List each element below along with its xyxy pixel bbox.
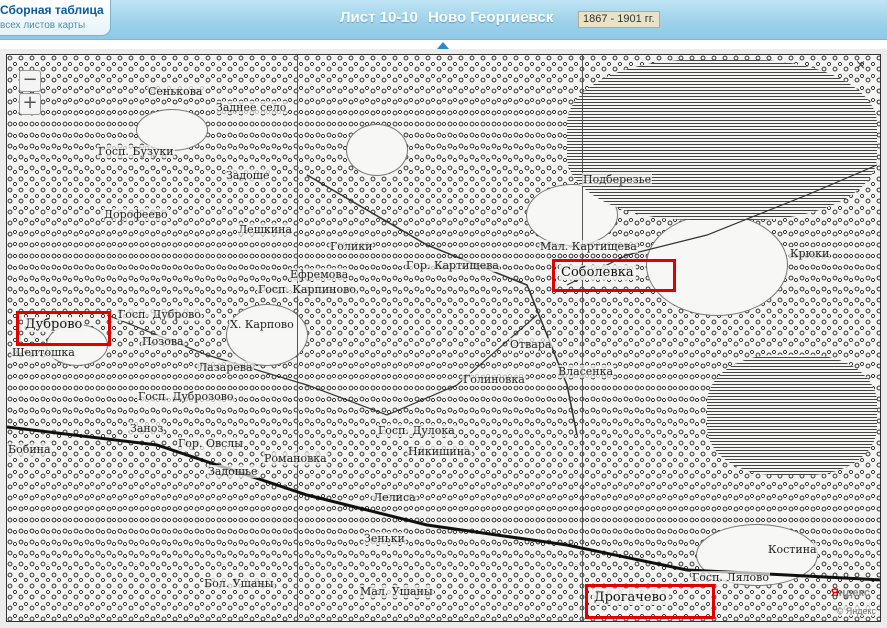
highlight-label: Соболевка [559, 265, 636, 280]
place-label: Мал. Ушаны [359, 585, 434, 598]
index-table-title[interactable]: Сборная таблица [0, 3, 104, 17]
place-label: Лазарева [197, 361, 254, 374]
place-label: Госп. Дулока [377, 424, 456, 437]
map-frame: Сенькова Заднее село Госп. Бузуки Задоше… [0, 49, 887, 628]
place-label: Голиновка [462, 373, 526, 386]
place-label: Шептошка [11, 346, 76, 359]
copyright-text[interactable]: © Яндекс [836, 606, 876, 616]
place-label: Голики [329, 240, 374, 253]
highlight-box: Дуброво [16, 311, 111, 346]
yandex-logo: Яндекс [830, 587, 870, 599]
place-label: Подберезье [582, 173, 653, 186]
place-label: Бол. Ушаны [203, 577, 275, 590]
top-bar: Сборная таблица всех листов карты Лист 1… [0, 0, 887, 40]
index-table-subtitle[interactable]: всех листов карты [0, 20, 85, 31]
place-label: Сенькова [147, 85, 204, 98]
place-label: Крюки [789, 247, 831, 260]
place-label: Власенка [557, 365, 615, 378]
place-label: Госп. Карпиново [257, 283, 357, 296]
highlight-box: Соболевка [552, 259, 676, 292]
place-label: Отвара [509, 338, 553, 351]
place-label: Бобина [7, 443, 52, 456]
sheet-label: Лист 10-10 [340, 9, 418, 26]
place-label: Заноз [129, 422, 165, 435]
highlight-label: Дрогачево [592, 590, 669, 605]
place-label: Х. Карпово [229, 318, 295, 331]
sheet-place: Ново Георгиевск [427, 9, 554, 26]
highlight-box: Дрогачево [585, 584, 715, 619]
place-label: Романовка [263, 452, 328, 465]
place-label: Костина [767, 543, 818, 556]
place-label: Гор. Картищева [405, 259, 500, 272]
place-label: Задошье [207, 465, 259, 478]
railway-line [7, 164, 880, 582]
place-label: Лешкина [237, 223, 294, 236]
place-label: Госп. Дуброво [117, 308, 202, 321]
place-label: Гор. Овслы [177, 437, 245, 450]
place-label: Зеньки [363, 532, 406, 545]
years-badge: 1867 - 1901 гг. [578, 11, 660, 28]
place-label: Госп. Дуброзово [137, 390, 235, 403]
map-viewport[interactable]: Сенькова Заднее село Госп. Бузуки Задоше… [6, 54, 881, 622]
zoom-out-button[interactable]: − [19, 70, 41, 92]
caret-up-icon [437, 42, 449, 49]
place-label: Ефремова [289, 268, 350, 281]
place-label: Мал. Картищева [539, 240, 638, 253]
place-label: Госп. Бузуки [97, 145, 175, 158]
index-table-button[interactable]: Сборная таблица всех листов карты [0, 0, 111, 36]
place-label: Задоше [225, 169, 271, 182]
place-label: Заднее село [215, 101, 288, 114]
zoom-in-button[interactable]: + [19, 93, 41, 115]
place-label: Никишина [407, 445, 472, 458]
place-label: Госп. Лялово [691, 571, 770, 584]
place-label: Лелиса [372, 491, 417, 504]
sheet-title: Лист 10-10 Ново Георгиевск [340, 9, 553, 26]
close-icon[interactable]: × [855, 58, 866, 73]
highlight-label: Дуброво [23, 317, 85, 332]
place-label: Позова [141, 335, 185, 348]
place-label: Дорофеево [103, 208, 169, 221]
